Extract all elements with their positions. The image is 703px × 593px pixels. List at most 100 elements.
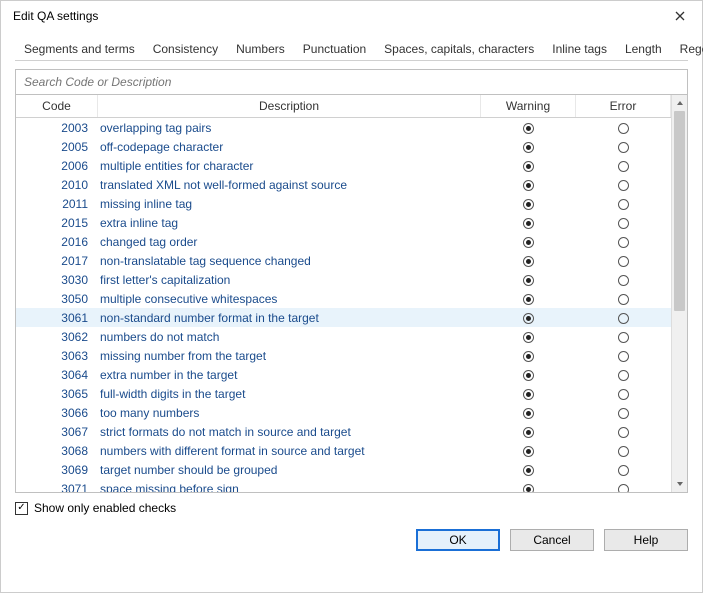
column-header-warning[interactable]: Warning — [481, 95, 576, 117]
radio-error[interactable] — [576, 425, 671, 439]
ok-button[interactable]: OK — [416, 529, 500, 551]
radio-error[interactable] — [576, 292, 671, 306]
radio-error[interactable] — [576, 463, 671, 477]
cell-description: changed tag order — [98, 235, 481, 249]
scroll-track[interactable] — [672, 111, 687, 476]
radio-warning[interactable] — [481, 311, 576, 325]
table-row[interactable]: 3030first letter's capitalization — [16, 270, 671, 289]
radio-error[interactable] — [576, 216, 671, 230]
table-row[interactable]: 3066too many numbers — [16, 403, 671, 422]
tab-bar: Segments and termsConsistencyNumbersPunc… — [15, 37, 688, 61]
vertical-scrollbar[interactable] — [671, 95, 687, 492]
radio-warning[interactable] — [481, 387, 576, 401]
table-row[interactable]: 2003overlapping tag pairs — [16, 118, 671, 137]
cell-description: full-width digits in the target — [98, 387, 481, 401]
tab-spaces-capitals-characters[interactable]: Spaces, capitals, characters — [375, 37, 543, 61]
cell-description: numbers with different format in source … — [98, 444, 481, 458]
radio-error[interactable] — [576, 368, 671, 382]
table-row[interactable]: 2006multiple entities for character — [16, 156, 671, 175]
scroll-thumb[interactable] — [674, 111, 685, 311]
show-enabled-checkbox[interactable]: ✓ — [15, 502, 28, 515]
cell-code: 3066 — [16, 406, 98, 420]
radio-error[interactable] — [576, 178, 671, 192]
radio-warning[interactable] — [481, 235, 576, 249]
radio-error[interactable] — [576, 330, 671, 344]
radio-error[interactable] — [576, 482, 671, 493]
radio-error[interactable] — [576, 387, 671, 401]
table-row[interactable]: 3071space missing before sign — [16, 479, 671, 492]
radio-error[interactable] — [576, 311, 671, 325]
cell-code: 3061 — [16, 311, 98, 325]
scroll-up-icon[interactable] — [672, 95, 687, 111]
search-input[interactable] — [15, 69, 688, 95]
radio-warning[interactable] — [481, 140, 576, 154]
table-row[interactable]: 2016changed tag order — [16, 232, 671, 251]
close-icon[interactable] — [668, 7, 692, 25]
cell-code: 3062 — [16, 330, 98, 344]
table-row[interactable]: 2011missing inline tag — [16, 194, 671, 213]
radio-error[interactable] — [576, 121, 671, 135]
tab-regex[interactable]: Regex — [671, 37, 703, 61]
table-row[interactable]: 3050multiple consecutive whitespaces — [16, 289, 671, 308]
column-header-error[interactable]: Error — [576, 95, 671, 117]
radio-warning[interactable] — [481, 197, 576, 211]
window-title: Edit QA settings — [13, 9, 98, 23]
table-row[interactable]: 3068numbers with different format in sou… — [16, 441, 671, 460]
cell-description: too many numbers — [98, 406, 481, 420]
table-row[interactable]: 3062numbers do not match — [16, 327, 671, 346]
radio-warning[interactable] — [481, 216, 576, 230]
radio-warning[interactable] — [481, 368, 576, 382]
table-row[interactable]: 2005off-codepage character — [16, 137, 671, 156]
radio-warning[interactable] — [481, 330, 576, 344]
table-row[interactable]: 3061non-standard number format in the ta… — [16, 308, 671, 327]
radio-warning[interactable] — [481, 349, 576, 363]
cell-code: 3064 — [16, 368, 98, 382]
radio-warning[interactable] — [481, 406, 576, 420]
tab-numbers[interactable]: Numbers — [227, 37, 294, 61]
radio-error[interactable] — [576, 235, 671, 249]
radio-error[interactable] — [576, 349, 671, 363]
radio-error[interactable] — [576, 273, 671, 287]
radio-error[interactable] — [576, 140, 671, 154]
radio-warning[interactable] — [481, 444, 576, 458]
cell-description: off-codepage character — [98, 140, 481, 154]
table-row[interactable]: 3069target number should be grouped — [16, 460, 671, 479]
table-row[interactable]: 2010translated XML not well-formed again… — [16, 175, 671, 194]
cell-description: multiple entities for character — [98, 159, 481, 173]
scroll-down-icon[interactable] — [672, 476, 687, 492]
radio-warning[interactable] — [481, 463, 576, 477]
tab-inline-tags[interactable]: Inline tags — [543, 37, 616, 61]
table-row[interactable]: 3065full-width digits in the target — [16, 384, 671, 403]
cell-description: overlapping tag pairs — [98, 121, 481, 135]
tab-punctuation[interactable]: Punctuation — [294, 37, 375, 61]
radio-warning[interactable] — [481, 178, 576, 192]
cell-description: translated XML not well-formed against s… — [98, 178, 481, 192]
radio-error[interactable] — [576, 254, 671, 268]
table-row[interactable]: 2015extra inline tag — [16, 213, 671, 232]
tab-consistency[interactable]: Consistency — [144, 37, 227, 61]
help-button[interactable]: Help — [604, 529, 688, 551]
tab-length[interactable]: Length — [616, 37, 671, 61]
table-row[interactable]: 2017non-translatable tag sequence change… — [16, 251, 671, 270]
radio-error[interactable] — [576, 444, 671, 458]
table-row[interactable]: 3063missing number from the target — [16, 346, 671, 365]
radio-warning[interactable] — [481, 292, 576, 306]
radio-error[interactable] — [576, 406, 671, 420]
column-header-description[interactable]: Description — [98, 95, 481, 117]
table-row[interactable]: 3067strict formats do not match in sourc… — [16, 422, 671, 441]
cell-code: 2006 — [16, 159, 98, 173]
radio-warning[interactable] — [481, 273, 576, 287]
tab-segments-and-terms[interactable]: Segments and terms — [15, 37, 144, 61]
cell-code: 3071 — [16, 482, 98, 493]
radio-error[interactable] — [576, 197, 671, 211]
radio-warning[interactable] — [481, 425, 576, 439]
column-header-code[interactable]: Code — [16, 95, 98, 117]
table-row[interactable]: 3064extra number in the target — [16, 365, 671, 384]
radio-warning[interactable] — [481, 482, 576, 493]
cell-description: space missing before sign — [98, 482, 481, 493]
radio-error[interactable] — [576, 159, 671, 173]
cancel-button[interactable]: Cancel — [510, 529, 594, 551]
radio-warning[interactable] — [481, 121, 576, 135]
radio-warning[interactable] — [481, 254, 576, 268]
radio-warning[interactable] — [481, 159, 576, 173]
